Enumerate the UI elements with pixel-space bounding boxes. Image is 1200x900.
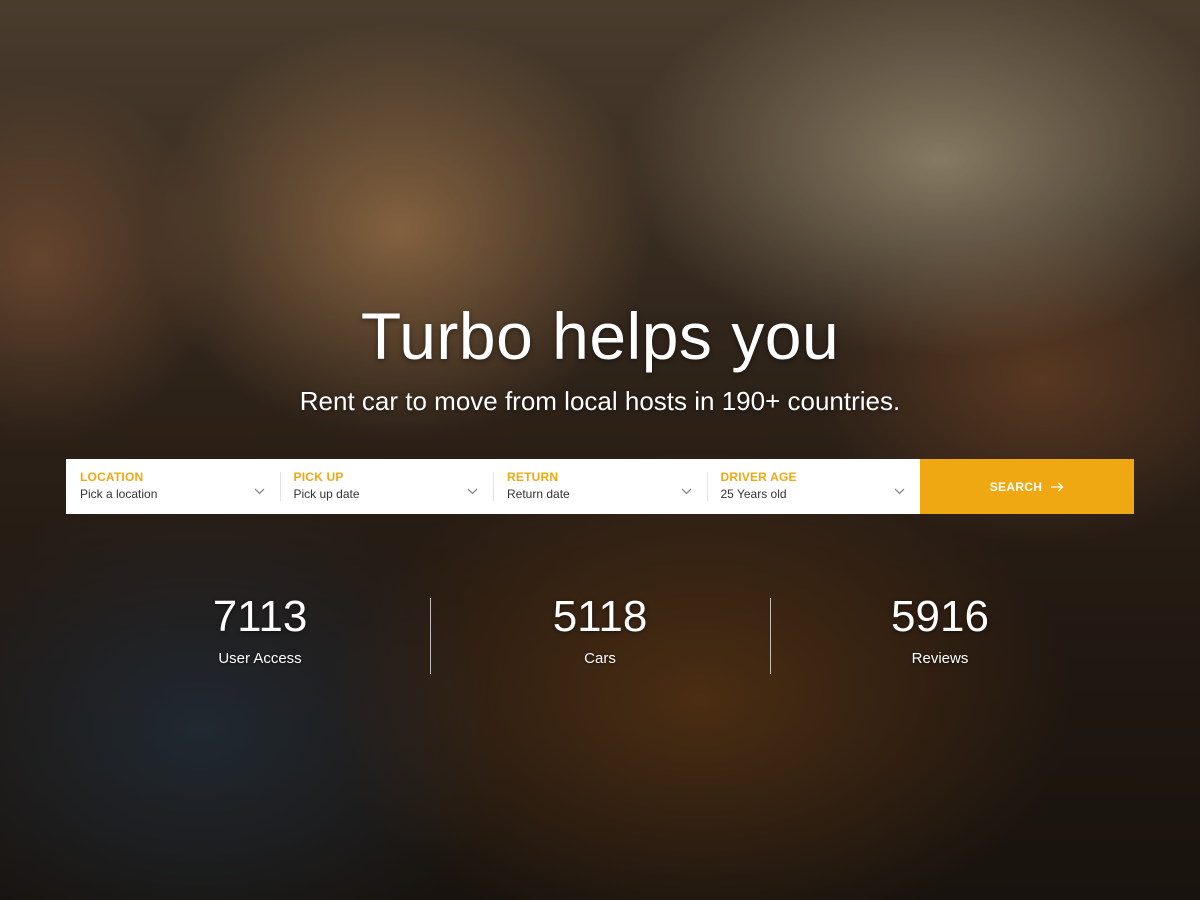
hero-section: Turbo helps you Rent car to move from lo… xyxy=(0,0,1200,900)
stat-user-access: 7113 User Access xyxy=(90,592,430,682)
driver-age-select[interactable]: DRIVER AGE 25 Years old xyxy=(706,459,921,514)
return-select[interactable]: RETURN Return date xyxy=(493,459,707,514)
chevron-down-icon xyxy=(254,488,264,495)
driver-age-value: 25 Years old xyxy=(720,487,787,501)
arrow-right-icon xyxy=(1051,482,1064,491)
return-label: RETURN xyxy=(507,470,559,484)
stat-label: Cars xyxy=(584,650,616,667)
pick-up-label: PICK UP xyxy=(293,470,344,484)
search-button[interactable]: SEARCH xyxy=(920,459,1134,514)
pick-up-value: Pick up date xyxy=(293,487,360,501)
stat-reviews: 5916 Reviews xyxy=(770,592,1110,682)
search-bar: LOCATION Pick a location PICK UP Pick up… xyxy=(66,459,1134,514)
stats-row: 7113 User Access 5118 Cars 5916 Reviews xyxy=(90,592,1110,682)
location-select[interactable]: LOCATION Pick a location xyxy=(66,459,280,514)
hero-title: Turbo helps you xyxy=(360,299,840,373)
chevron-down-icon xyxy=(467,488,478,495)
stat-cars: 5118 Cars xyxy=(430,592,770,682)
location-value: Pick a location xyxy=(80,487,158,501)
return-value: Return date xyxy=(507,487,570,501)
stat-value: 7113 xyxy=(212,592,308,641)
location-label: LOCATION xyxy=(80,470,144,484)
stat-value: 5916 xyxy=(891,592,989,641)
stat-label: Reviews xyxy=(911,650,969,667)
driver-age-label: DRIVER AGE xyxy=(720,470,797,484)
chevron-down-icon xyxy=(681,488,691,495)
stat-label: User Access xyxy=(218,650,302,667)
chevron-down-icon xyxy=(894,488,905,495)
search-button-label: SEARCH xyxy=(989,479,1043,494)
stat-value: 5118 xyxy=(552,592,648,641)
pick-up-select[interactable]: PICK UP Pick up date xyxy=(279,459,494,514)
hero-subtitle: Rent car to move from local hosts in 190… xyxy=(299,386,901,416)
